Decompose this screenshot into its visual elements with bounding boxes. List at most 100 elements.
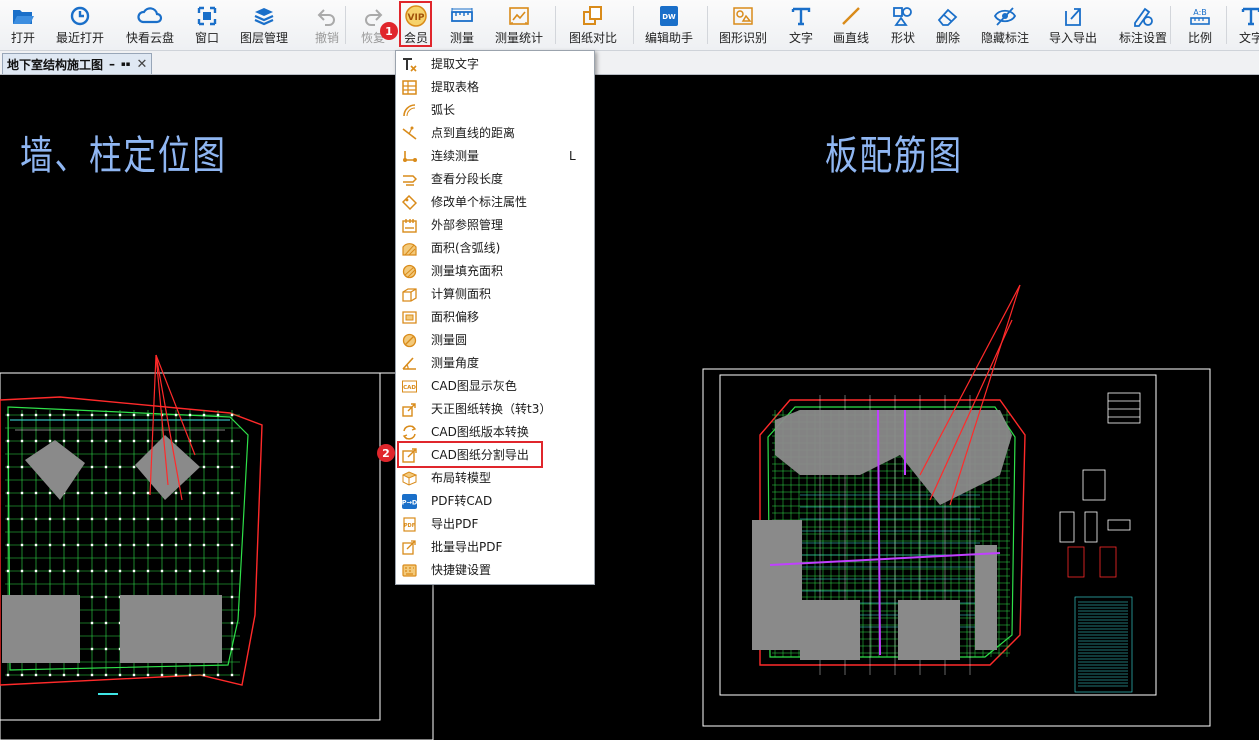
xref-icon <box>402 218 417 233</box>
toolbar-separator <box>555 6 556 44</box>
menu-item-measure-circle[interactable]: 测量圆 <box>396 329 594 352</box>
menu-item-batch-export-pdf[interactable]: 批量导出PDF <box>396 536 594 559</box>
right-block-2 <box>898 600 960 660</box>
document-tab-title: 地下室结构施工图 <box>7 57 104 72</box>
toolbar-label: 标注设置 <box>1119 31 1168 45</box>
drawing-canvas[interactable]: 墙、柱定位图 板配筋图 <box>0 75 1259 740</box>
svg-text:CAD: CAD <box>403 385 416 391</box>
menu-item-label: 测量圆 <box>431 333 468 347</box>
tab-close-icon[interactable]: ✕ <box>137 57 148 72</box>
area-offset-icon <box>402 310 417 325</box>
toolbar-button-recent-clock[interactable]: 最近打开 <box>56 2 104 48</box>
edit-annotation-icon <box>402 195 417 210</box>
toolbar-button-edit-assistant[interactable]: DW 编辑助手 <box>644 2 694 48</box>
toolbar-label: 文字 <box>1238 31 1259 45</box>
toolbar-button-undo[interactable]: 撤销 <box>314 2 340 48</box>
toolbar-button-text-t[interactable]: 文字 <box>788 2 814 48</box>
toolbar-button-compare[interactable]: 图纸对比 <box>569 2 617 48</box>
menu-item-continuous-measure[interactable]: 连续测量 L <box>396 145 594 168</box>
toolbar-button-scale[interactable]: A:B 比例 <box>1187 2 1213 48</box>
measure-circle-icon <box>402 333 417 348</box>
toolbar-button-folder-open[interactable]: 打开 <box>10 2 36 48</box>
menu-item-label: 查看分段长度 <box>431 172 504 186</box>
toolbar-label: 测量 <box>449 31 474 45</box>
menu-item-arc-length[interactable]: 弧长 <box>396 99 594 122</box>
menu-item-extract-table[interactable]: 提取表格 <box>396 76 594 99</box>
menu-item-label: 导出PDF <box>431 517 479 531</box>
toolbar-label: 删除 <box>935 31 960 45</box>
right-slab-left <box>752 520 802 650</box>
toolbar-button-cloud[interactable]: 快看云盘 <box>126 2 174 48</box>
toolbar-button-shape-recognize[interactable]: 图形识别 <box>719 2 767 48</box>
menu-item-export-pdf[interactable]: PDF 导出PDF <box>396 513 594 536</box>
menu-item-label: 面积偏移 <box>431 310 480 324</box>
menu-item-edit-annotation[interactable]: 修改单个标注属性 <box>396 191 594 214</box>
menu-item-xref[interactable]: 外部参照管理 <box>396 214 594 237</box>
folder-open-icon <box>10 4 36 28</box>
undo-icon <box>314 4 340 28</box>
menu-item-label: 提取表格 <box>431 80 480 94</box>
toolbar-button-import-export[interactable]: 导入导出 <box>1049 2 1097 48</box>
toolbar-separator <box>1170 6 1171 44</box>
toolbar-button-layers[interactable]: 图层管理 <box>239 2 289 48</box>
menu-item-label: CAD图显示灰色 <box>431 379 517 393</box>
menu-item-label: 外部参照管理 <box>431 218 504 232</box>
text-t-icon <box>788 4 814 28</box>
svg-text:DW: DW <box>662 13 676 21</box>
menu-item-side-area[interactable]: 计算侧面积 <box>396 283 594 306</box>
toolbar-button-ruler[interactable]: 测量 <box>449 2 475 48</box>
left-drawing <box>0 354 434 740</box>
menu-item-label: 提取文字 <box>431 57 480 71</box>
document-tab-bar: 地下室结构施工图 – ▪▪ ✕ <box>0 51 1259 75</box>
menu-item-measure-angle[interactable]: 测量角度 <box>396 352 594 375</box>
shortcut-settings-icon <box>402 563 417 578</box>
eraser-icon <box>935 4 961 28</box>
menu-item-area-arc[interactable]: 面积(含弧线) <box>396 237 594 260</box>
toolbar-button-window[interactable]: 窗口 <box>194 2 220 48</box>
menu-item-label: 测量填充面积 <box>431 264 504 278</box>
shapes-icon <box>890 4 916 28</box>
toolbar-button-annotation-settings[interactable]: 标注设置 <box>1119 2 1167 48</box>
menu-item-label: 弧长 <box>431 103 456 117</box>
step-marker-1: 1 <box>380 22 398 40</box>
toolbar-separator <box>1226 6 1227 44</box>
menu-item-shortcut-settings[interactable]: 快捷键设置 <box>396 559 594 582</box>
hide-eye-icon <box>992 4 1018 28</box>
menu-item-label: 连续测量 <box>431 149 480 163</box>
import-export-icon <box>1060 4 1086 28</box>
tab-more-icon[interactable]: ▪▪ <box>121 60 131 68</box>
menu-item-area-offset[interactable]: 面积偏移 <box>396 306 594 329</box>
toolbar-button-hide-eye[interactable]: 隐藏标注 <box>981 2 1029 48</box>
menu-item-point-line-distance[interactable]: 点到直线的距离 <box>396 122 594 145</box>
toolbar-label: 撤销 <box>314 31 339 45</box>
toolbar-button-eraser[interactable]: 删除 <box>935 2 961 48</box>
continuous-measure-icon <box>402 149 417 164</box>
document-tab[interactable]: 地下室结构施工图 – ▪▪ ✕ <box>2 53 153 74</box>
export-pdf-icon: PDF <box>402 517 417 532</box>
toolbar-button-measure-stats[interactable]: 测量统计 <box>495 2 543 48</box>
batch-export-pdf-icon <box>402 540 417 555</box>
toolbar-label: 图层管理 <box>239 31 288 45</box>
menu-item-cad-gray[interactable]: CAD CAD图显示灰色 <box>396 375 594 398</box>
main-toolbar: 打开 最近打开 快看云盘 窗口 图层管理 撤销 恢复 VIP 会员 测量 测量统计 图纸对比 DW 编辑助… <box>0 0 1259 51</box>
menu-item-fill-area[interactable]: 测量填充面积 <box>396 260 594 283</box>
toolbar-button-line[interactable]: 画直线 <box>833 2 869 48</box>
scale-icon: A:B <box>1187 4 1213 28</box>
tab-pin-icon[interactable]: – <box>109 57 115 71</box>
toolbar-label: 画直线 <box>833 31 870 45</box>
menu-item-layout-to-model[interactable]: 布局转模型 <box>396 467 594 490</box>
extract-table-icon <box>402 80 417 95</box>
menu-item-tangent-convert[interactable]: 天正图纸转换（转t3） <box>396 398 594 421</box>
svg-text:P→D: P→D <box>402 499 417 507</box>
segment-length-icon <box>402 172 417 187</box>
toolbar-separator <box>345 6 346 44</box>
menu-item-pdf-to-cad[interactable]: P→D PDF转CAD <box>396 490 594 513</box>
extract-text-icon <box>402 57 417 72</box>
toolbar-button-shapes[interactable]: 形状 <box>890 2 916 48</box>
vip-highlight-box <box>399 1 432 47</box>
toolbar-button-text-partial[interactable]: 文字 <box>1238 2 1259 48</box>
menu-item-extract-text[interactable]: 提取文字 <box>396 53 594 76</box>
menu-item-segment-length[interactable]: 查看分段长度 <box>396 168 594 191</box>
cloud-icon <box>137 4 163 28</box>
line-icon <box>838 4 864 28</box>
